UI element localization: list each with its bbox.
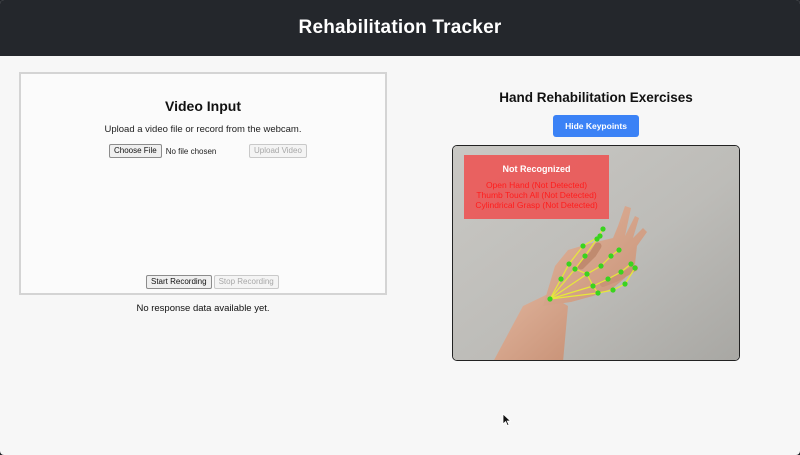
keypoint-dot bbox=[605, 276, 611, 282]
exercises-title: Hand Rehabilitation Exercises bbox=[499, 90, 693, 105]
recognition-status: Not Recognized bbox=[502, 164, 571, 174]
video-input-description: Upload a video file or record from the w… bbox=[104, 124, 302, 135]
stop-recording-button[interactable]: Stop Recording bbox=[213, 275, 279, 289]
keypoint-dot bbox=[616, 247, 622, 253]
keypoint-dot bbox=[566, 261, 572, 267]
keypoint-dot bbox=[572, 266, 578, 272]
start-recording-button[interactable]: Start Recording bbox=[146, 275, 212, 289]
video-input-title: Video Input bbox=[165, 98, 241, 114]
exercise-result-thumb-touch: Thumb Touch All (Not Detected) bbox=[476, 190, 597, 200]
keypoint-dot bbox=[618, 269, 624, 275]
keypoint-dot bbox=[558, 276, 564, 282]
keypoint-dot bbox=[622, 281, 628, 287]
keypoint-dot bbox=[632, 265, 638, 271]
upload-video-button[interactable]: Upload Video bbox=[249, 144, 307, 158]
response-status-text: No response data available yet. bbox=[136, 303, 270, 314]
choose-file-button[interactable]: Choose File bbox=[109, 144, 162, 158]
recognition-overlay: Not Recognized Open Hand (Not Detected) … bbox=[464, 155, 609, 219]
keypoint-dot bbox=[580, 243, 586, 249]
keypoint-dot bbox=[547, 296, 553, 302]
keypoint-dot bbox=[600, 226, 606, 232]
keypoint-dot bbox=[590, 283, 596, 289]
file-status-label: No file chosen bbox=[165, 146, 217, 156]
keypoint-dot bbox=[594, 236, 600, 242]
app-title: Rehabilitation Tracker bbox=[298, 17, 502, 38]
cursor-arrow-icon bbox=[502, 413, 512, 427]
app-header: Rehabilitation Tracker bbox=[0, 0, 800, 56]
exercise-result-cylindrical-grasp: Cylindrical Grasp (Not Detected) bbox=[475, 200, 598, 210]
exercise-result-open-hand: Open Hand (Not Detected) bbox=[485, 180, 588, 190]
webcam-feed: Not Recognized Open Hand (Not Detected) … bbox=[452, 145, 740, 361]
keypoint-dot bbox=[608, 253, 614, 259]
video-input-panel: Video Input Upload a video file or recor… bbox=[19, 72, 387, 295]
keypoint-dot bbox=[584, 271, 590, 277]
hide-keypoints-button[interactable]: Hide Keypoints bbox=[553, 115, 639, 137]
keypoint-dot bbox=[598, 263, 604, 269]
keypoint-dot bbox=[628, 261, 634, 267]
keypoint-dot bbox=[582, 253, 588, 259]
file-picker: Choose File No file chosen bbox=[109, 144, 216, 158]
keypoint-dot bbox=[610, 287, 616, 293]
app-window: Rehabilitation Tracker Video Input Uploa… bbox=[0, 0, 800, 455]
keypoint-dot bbox=[595, 290, 601, 296]
recording-controls: Start Recording Stop Recording bbox=[146, 275, 279, 289]
